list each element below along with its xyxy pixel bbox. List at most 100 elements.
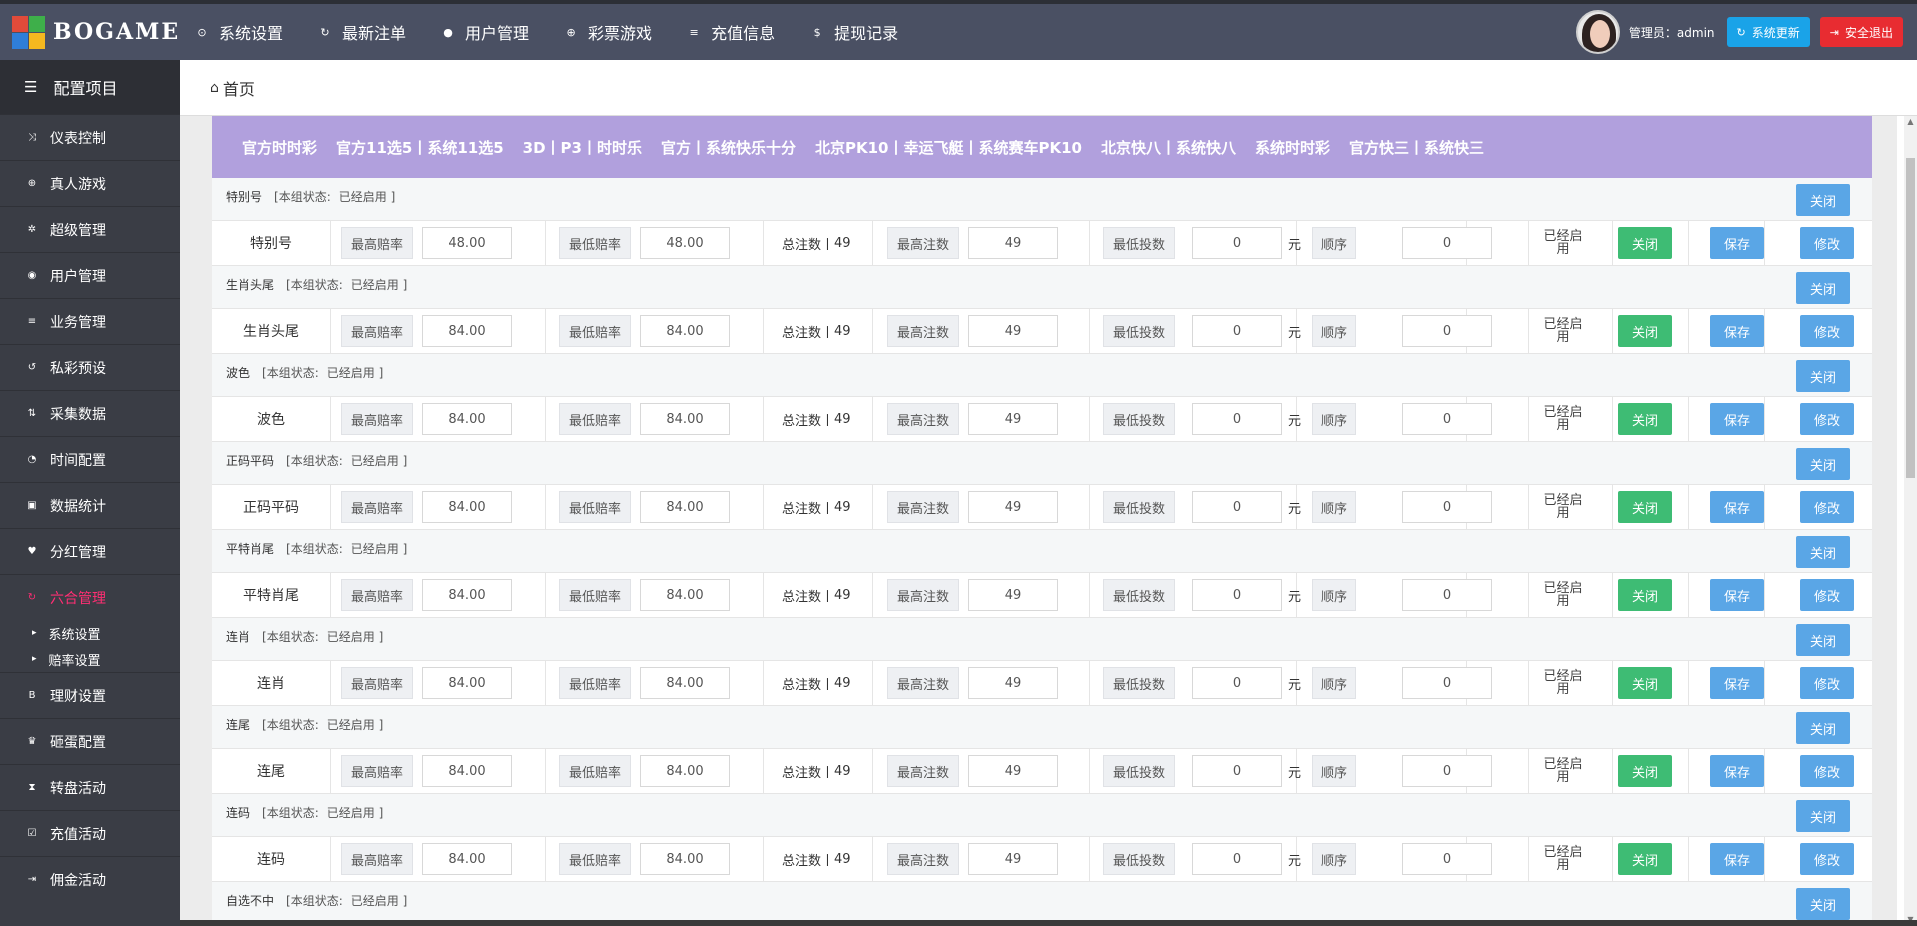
group-close-button[interactable]: 关闭 [1796, 536, 1850, 568]
sidebar-item-items-9[interactable]: ♥ 分红管理 [0, 528, 180, 574]
order-input[interactable]: 0 [1402, 315, 1492, 347]
min-odds-input[interactable]: 48.00 [640, 227, 730, 259]
scrollbar-thumb[interactable] [1906, 158, 1915, 478]
max-bets-input[interactable]: 49 [968, 403, 1058, 435]
edit-button[interactable]: 修改 [1800, 667, 1854, 699]
horizontal-scrollbar[interactable] [180, 920, 1917, 926]
edit-button[interactable]: 修改 [1800, 755, 1854, 787]
topnav-item-2[interactable]: ● 用户管理 [442, 20, 529, 44]
save-button[interactable]: 保存 [1710, 403, 1764, 435]
min-odds-input[interactable]: 84.00 [640, 403, 730, 435]
close-button[interactable]: 关闭 [1618, 227, 1672, 259]
order-input[interactable]: 0 [1402, 491, 1492, 523]
logo[interactable]: BOGAME [0, 4, 180, 60]
max-bets-input[interactable]: 49 [968, 667, 1058, 699]
min-odds-input[interactable]: 84.00 [640, 579, 730, 611]
tab-6[interactable]: 系统时时彩 [1255, 137, 1330, 158]
save-button[interactable]: 保存 [1710, 843, 1764, 875]
edit-button[interactable]: 修改 [1800, 579, 1854, 611]
min-stake-input[interactable]: 0 [1192, 843, 1282, 875]
max-odds-input[interactable]: 84.00 [422, 403, 512, 435]
max-bets-input[interactable]: 49 [968, 755, 1058, 787]
min-odds-input[interactable]: 84.00 [640, 667, 730, 699]
sidebar-item-items-5[interactable]: ↺ 私彩预设 [0, 344, 180, 390]
edit-button[interactable]: 修改 [1800, 491, 1854, 523]
group-close-button[interactable]: 关闭 [1796, 184, 1850, 216]
min-odds-input[interactable]: 84.00 [640, 755, 730, 787]
tab-4[interactable]: 北京PK10丨幸运飞艇丨系统赛车PK10 [815, 137, 1082, 158]
close-button[interactable]: 关闭 [1618, 315, 1672, 347]
group-close-button[interactable]: 关闭 [1796, 800, 1850, 832]
max-odds-input[interactable]: 84.00 [422, 491, 512, 523]
breadcrumb-home[interactable]: 首页 [223, 76, 255, 100]
min-odds-input[interactable]: 84.00 [640, 315, 730, 347]
min-stake-input[interactable]: 0 [1192, 579, 1282, 611]
group-close-button[interactable]: 关闭 [1796, 272, 1850, 304]
scroll-up-icon[interactable]: ▲ [1904, 116, 1917, 128]
tab-3[interactable]: 官方丨系统快乐十分 [661, 137, 796, 158]
group-close-button[interactable]: 关闭 [1796, 888, 1850, 920]
order-input[interactable]: 0 [1402, 227, 1492, 259]
max-bets-input[interactable]: 49 [968, 491, 1058, 523]
sidebar-item-items-7[interactable]: ◔ 时间配置 [0, 436, 180, 482]
group-close-button[interactable]: 关闭 [1796, 448, 1850, 480]
close-button[interactable]: 关闭 [1618, 755, 1672, 787]
min-stake-input[interactable]: 0 [1192, 667, 1282, 699]
tab-2[interactable]: 3D丨P3丨时时乐 [523, 137, 642, 158]
tab-1[interactable]: 官方11选5丨系统11选5 [336, 137, 504, 158]
sidebar-item-items_after-3[interactable]: ☑ 充值活动 [0, 810, 180, 856]
max-bets-input[interactable]: 49 [968, 315, 1058, 347]
order-input[interactable]: 0 [1402, 755, 1492, 787]
topnav-item-4[interactable]: ≡ 充值信息 [688, 20, 775, 44]
save-button[interactable]: 保存 [1710, 491, 1764, 523]
topnav-item-0[interactable]: ⊙ 系统设置 [196, 20, 283, 44]
sidebar-item-items_after-0[interactable]: B 理财设置 [0, 672, 180, 718]
max-odds-input[interactable]: 84.00 [422, 667, 512, 699]
max-bets-input[interactable]: 49 [968, 227, 1058, 259]
min-stake-input[interactable]: 0 [1192, 227, 1282, 259]
max-odds-input[interactable]: 84.00 [422, 843, 512, 875]
min-stake-input[interactable]: 0 [1192, 755, 1282, 787]
min-odds-input[interactable]: 84.00 [640, 843, 730, 875]
min-odds-input[interactable]: 84.00 [640, 491, 730, 523]
max-bets-input[interactable]: 49 [968, 579, 1058, 611]
edit-button[interactable]: 修改 [1800, 315, 1854, 347]
topnav-item-3[interactable]: ⊕ 彩票游戏 [565, 20, 652, 44]
edit-button[interactable]: 修改 [1800, 403, 1854, 435]
group-close-button[interactable]: 关闭 [1796, 624, 1850, 656]
close-button[interactable]: 关闭 [1618, 403, 1672, 435]
edit-button[interactable]: 修改 [1800, 227, 1854, 259]
order-input[interactable]: 0 [1402, 843, 1492, 875]
sidebar-subitem-1[interactable]: ▸ 赔率设置 [0, 646, 180, 672]
group-close-button[interactable]: 关闭 [1796, 360, 1850, 392]
tab-7[interactable]: 官方快三丨系统快三 [1349, 137, 1484, 158]
group-close-button[interactable]: 关闭 [1796, 712, 1850, 744]
sidebar-item-items-4[interactable]: ≡ 业务管理 [0, 298, 180, 344]
sidebar-item-items-0[interactable]: ⤨ 仪表控制 [0, 114, 180, 160]
close-button[interactable]: 关闭 [1618, 667, 1672, 699]
max-odds-input[interactable]: 84.00 [422, 315, 512, 347]
sidebar-item-items-2[interactable]: ✲ 超级管理 [0, 206, 180, 252]
tab-0[interactable]: 官方时时彩 [242, 137, 317, 158]
min-stake-input[interactable]: 0 [1192, 315, 1282, 347]
min-stake-input[interactable]: 0 [1192, 491, 1282, 523]
vertical-scrollbar[interactable]: ▲ ▼ [1904, 116, 1917, 926]
close-button[interactable]: 关闭 [1618, 843, 1672, 875]
sidebar-subitem-0[interactable]: ▸ 系统设置 [0, 620, 180, 646]
close-button[interactable]: 关闭 [1618, 491, 1672, 523]
sidebar-item-items-6[interactable]: ⇅ 采集数据 [0, 390, 180, 436]
topnav-item-5[interactable]: $ 提现记录 [811, 20, 899, 44]
save-button[interactable]: 保存 [1710, 667, 1764, 699]
sidebar-item-items_after-4[interactable]: ⇥ 佣金活动 [0, 856, 180, 902]
save-button[interactable]: 保存 [1710, 227, 1764, 259]
system-update-button[interactable]: ↻ 系统更新 [1726, 17, 1810, 47]
order-input[interactable]: 0 [1402, 579, 1492, 611]
save-button[interactable]: 保存 [1710, 579, 1764, 611]
edit-button[interactable]: 修改 [1800, 843, 1854, 875]
close-button[interactable]: 关闭 [1618, 579, 1672, 611]
order-input[interactable]: 0 [1402, 403, 1492, 435]
sidebar-item-items-3[interactable]: ◉ 用户管理 [0, 252, 180, 298]
tab-5[interactable]: 北京快八丨系统快八 [1101, 137, 1236, 158]
max-bets-input[interactable]: 49 [968, 843, 1058, 875]
sidebar-item-items_after-2[interactable]: ⧗ 转盘活动 [0, 764, 180, 810]
